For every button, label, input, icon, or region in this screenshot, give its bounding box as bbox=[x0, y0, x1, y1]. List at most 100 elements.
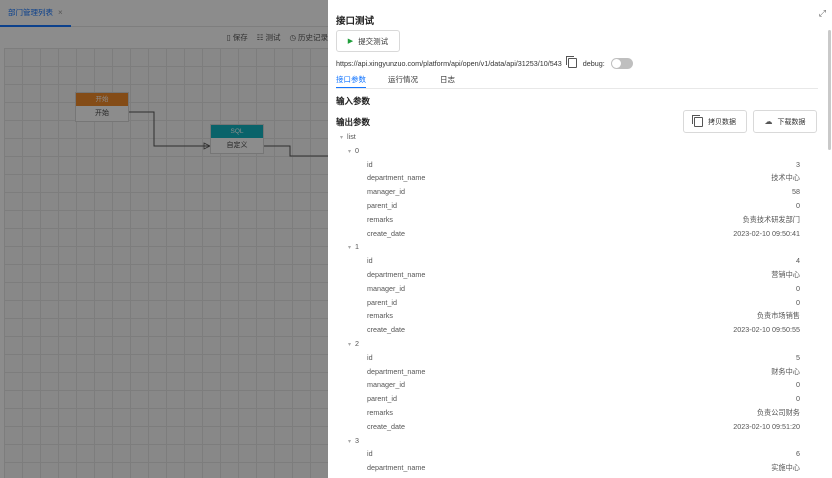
field-key: parent_id bbox=[367, 394, 397, 404]
tree-key-index: ▾ 0 bbox=[348, 146, 359, 155]
field-key: remarks bbox=[367, 214, 393, 224]
tree-node-record[interactable]: ▾ 0 bbox=[328, 146, 818, 159]
tree-field-row: id 5 bbox=[328, 353, 818, 366]
tree-field-row: create_date 2023-02-10 09:51:20 bbox=[328, 422, 818, 435]
field-value: 2023-02-10 09:51:20 bbox=[733, 421, 800, 431]
field-value: 0 bbox=[796, 394, 800, 404]
field-value: 0 bbox=[796, 283, 800, 293]
tree-field-row: id 3 bbox=[328, 160, 818, 173]
field-value: 负责市场销售 bbox=[756, 311, 800, 321]
tree-key-index-text: 2 bbox=[355, 339, 360, 348]
field-key: parent_id bbox=[367, 201, 397, 210]
field-value: 实施中心 bbox=[771, 463, 800, 473]
field-value: 2023-02-10 09:50:55 bbox=[733, 325, 800, 335]
tree-field-row: parent_id 0 bbox=[328, 298, 818, 311]
field-value: 5 bbox=[796, 352, 800, 362]
tree-key-index: ▾ 1 bbox=[348, 242, 359, 251]
tree-node-record[interactable]: ▾ 3 bbox=[328, 436, 818, 449]
tree-field-row: department_name 财务中心 bbox=[328, 367, 818, 380]
flow-editor: 部门管理列表 × ▯ 保存 ☷ 测试 ◷ 历史记录 开始 开始 SQL 自定义 bbox=[0, 0, 328, 478]
tree-field-row: manager_id 0 bbox=[328, 380, 818, 393]
tree-field-row: create_date 2023-02-10 09:50:41 bbox=[328, 229, 818, 242]
field-key: department_name bbox=[367, 463, 426, 473]
chevron-down-icon: ▾ bbox=[348, 438, 352, 445]
tree-field-row: create_date 2023-02-10 09:50:55 bbox=[328, 325, 818, 338]
field-value: 2023-02-10 09:50:41 bbox=[733, 228, 800, 238]
copy-data-button[interactable]: 拷贝数据 bbox=[683, 110, 747, 133]
tree-field-row: remarks 负责公司财务 bbox=[328, 408, 818, 421]
field-key: create_date bbox=[367, 228, 405, 238]
cloud-download-icon: ☁ bbox=[764, 117, 773, 126]
field-value: 0 bbox=[796, 297, 800, 307]
tree-field-row: remarks 负责市场销售 bbox=[328, 311, 818, 324]
field-value: 负责公司财务 bbox=[756, 408, 800, 417]
modal-mask[interactable] bbox=[0, 0, 328, 478]
field-key: department_name bbox=[367, 270, 426, 279]
submit-test-label: 提交测试 bbox=[358, 36, 389, 46]
field-value: 技术中心 bbox=[771, 173, 800, 183]
field-key: id bbox=[367, 256, 373, 266]
fullscreen-icon[interactable]: ⤢ bbox=[819, 8, 826, 19]
field-key: id bbox=[367, 352, 373, 362]
field-key: remarks bbox=[367, 311, 393, 321]
field-key: department_name bbox=[367, 173, 426, 183]
tree-node-list[interactable]: ▾ list bbox=[328, 132, 818, 145]
field-value: 营销中心 bbox=[771, 270, 800, 279]
tree-key-index: ▾ 2 bbox=[348, 339, 359, 348]
download-data-button[interactable]: ☁ 下载数据 bbox=[753, 110, 817, 133]
copy-icon[interactable] bbox=[565, 56, 577, 68]
tree-key-index-text: 3 bbox=[355, 435, 360, 445]
field-key: parent_id bbox=[367, 297, 397, 307]
scrollbar[interactable] bbox=[828, 30, 831, 150]
field-value: 0 bbox=[796, 380, 800, 390]
field-value: 6 bbox=[796, 449, 800, 459]
tab-log[interactable]: 日志 bbox=[440, 74, 455, 87]
field-value: 0 bbox=[796, 201, 800, 210]
chevron-down-icon: ▾ bbox=[340, 135, 344, 141]
tree-key-list: ▾ list bbox=[340, 132, 356, 141]
chevron-down-icon: ▾ bbox=[348, 148, 352, 155]
field-key: department_name bbox=[367, 366, 426, 376]
tab-params[interactable]: 接口参数 bbox=[336, 74, 366, 88]
field-value: 负责技术研发部门 bbox=[742, 214, 800, 224]
field-key: remarks bbox=[367, 408, 393, 417]
tree-node-record[interactable]: ▾ 2 bbox=[328, 339, 818, 352]
tree-key-list-text: list bbox=[347, 132, 356, 141]
input-params-heading: 输入参数 bbox=[336, 96, 371, 106]
field-key: manager_id bbox=[367, 380, 405, 390]
url-row: https://api.xingyunzuo.com/platform/api/… bbox=[336, 56, 633, 69]
chevron-down-icon: ▾ bbox=[348, 245, 352, 252]
debug-label: debug: bbox=[582, 58, 605, 68]
field-key: id bbox=[367, 449, 373, 459]
field-value: 58 bbox=[792, 187, 800, 197]
drawer-tabs: 接口参数 运行情况 日志 bbox=[336, 74, 818, 89]
field-key: create_date bbox=[367, 325, 405, 335]
tree-field-row: id 4 bbox=[328, 256, 818, 269]
debug-toggle[interactable] bbox=[610, 57, 633, 69]
tree-key-index-text: 0 bbox=[355, 145, 360, 155]
tree-field-row: remarks 负责技术研发部门 bbox=[328, 215, 818, 228]
tree-key-index-text: 1 bbox=[355, 242, 360, 252]
drawer-title: 接口测试 bbox=[336, 16, 375, 27]
tree-field-row: department_name 实施中心 bbox=[328, 463, 818, 476]
field-key: create_date bbox=[367, 421, 405, 431]
field-value: 4 bbox=[796, 256, 800, 266]
tree-node-record[interactable]: ▾ 1 bbox=[328, 242, 818, 255]
tree-field-row: manager_id 0 bbox=[328, 284, 818, 297]
output-params-heading: 输出参数 bbox=[336, 117, 371, 127]
chevron-down-icon: ▾ bbox=[348, 342, 352, 348]
api-url: https://api.xingyunzuo.com/platform/api/… bbox=[336, 58, 562, 68]
tree-key-index: ▾ 3 bbox=[348, 436, 359, 445]
tree-field-row: id 6 bbox=[328, 449, 818, 462]
submit-test-button[interactable]: ▶ 提交测试 bbox=[336, 30, 400, 52]
play-icon: ▶ bbox=[347, 38, 354, 45]
api-test-drawer: 接口测试 ⤢ ▶ 提交测试 https://api.xingyunzuo.com… bbox=[328, 0, 832, 478]
tree-field-row: manager_id 58 bbox=[328, 187, 818, 200]
copy-icon bbox=[692, 114, 703, 127]
tree-field-row: parent_id 0 bbox=[328, 394, 818, 407]
field-value: 财务中心 bbox=[771, 366, 800, 376]
field-key: manager_id bbox=[367, 283, 405, 293]
tree-field-row: department_name 营销中心 bbox=[328, 270, 818, 283]
tab-run-status[interactable]: 运行情况 bbox=[388, 74, 418, 87]
field-key: id bbox=[367, 159, 373, 169]
